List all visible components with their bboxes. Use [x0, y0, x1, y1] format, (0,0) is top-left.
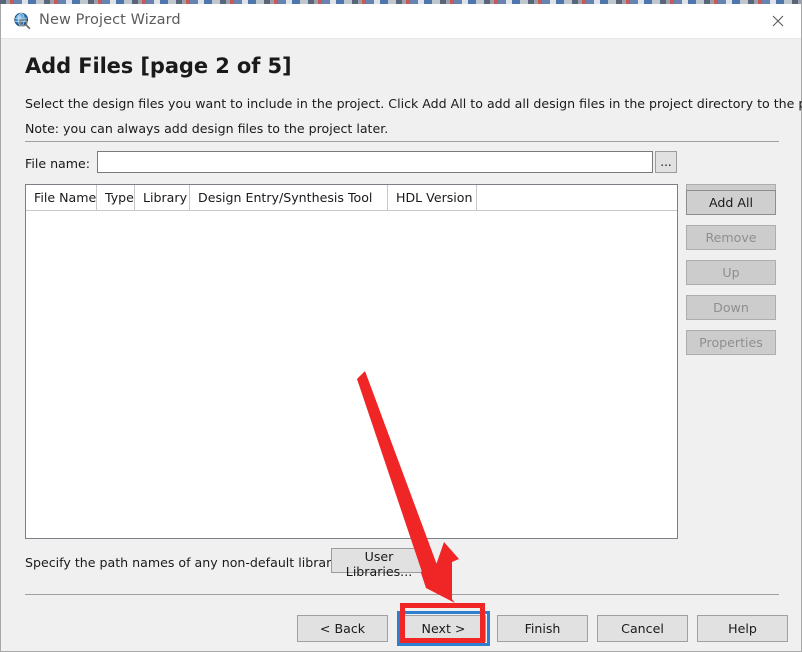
file-list-header-row: File Name Type Library Design Entry/Synt… [26, 185, 677, 211]
down-button[interactable]: Down [686, 295, 776, 320]
cancel-button[interactable]: Cancel [597, 615, 688, 642]
new-project-wizard-window: New Project Wizard Add Files [page 2 of … [0, 4, 802, 652]
close-icon[interactable] [755, 4, 801, 37]
properties-button[interactable]: Properties [686, 330, 776, 355]
column-header-filler [477, 185, 677, 210]
user-libraries-button[interactable]: User Libraries... [331, 548, 427, 579]
column-header-design-entry[interactable]: Design Entry/Synthesis Tool [190, 185, 388, 210]
column-header-library[interactable]: Library [135, 185, 190, 210]
page-description-line-1: Select the design files you want to incl… [25, 96, 802, 111]
separator-top [25, 141, 779, 142]
remove-button[interactable]: Remove [686, 225, 776, 250]
file-list-body[interactable] [26, 211, 677, 538]
back-button[interactable]: < Back [297, 615, 388, 642]
column-header-file-name[interactable]: File Name [26, 185, 97, 210]
page-description-line-2: Note: you can always add design files to… [25, 121, 389, 136]
globe-magnifier-icon [13, 12, 31, 30]
window-title: New Project Wizard [39, 12, 181, 28]
file-name-label: File name: [25, 156, 91, 171]
window-titlebar: New Project Wizard [1, 4, 801, 39]
next-button[interactable]: Next > [401, 615, 486, 642]
file-list-table[interactable]: File Name Type Library Design Entry/Synt… [25, 184, 678, 539]
finish-button[interactable]: Finish [497, 615, 588, 642]
column-header-hdl-version[interactable]: HDL Version [388, 185, 477, 210]
file-name-input[interactable] [97, 151, 653, 173]
column-header-type[interactable]: Type [97, 185, 135, 210]
separator-bottom [25, 594, 779, 595]
up-button[interactable]: Up [686, 260, 776, 285]
help-button[interactable]: Help [697, 615, 788, 642]
user-libraries-hint: Specify the path names of any non-defaul… [25, 555, 354, 570]
browse-files-button[interactable]: ... [655, 151, 677, 173]
page-title: Add Files [page 2 of 5] [25, 54, 292, 78]
add-all-button[interactable]: Add All [686, 190, 776, 215]
